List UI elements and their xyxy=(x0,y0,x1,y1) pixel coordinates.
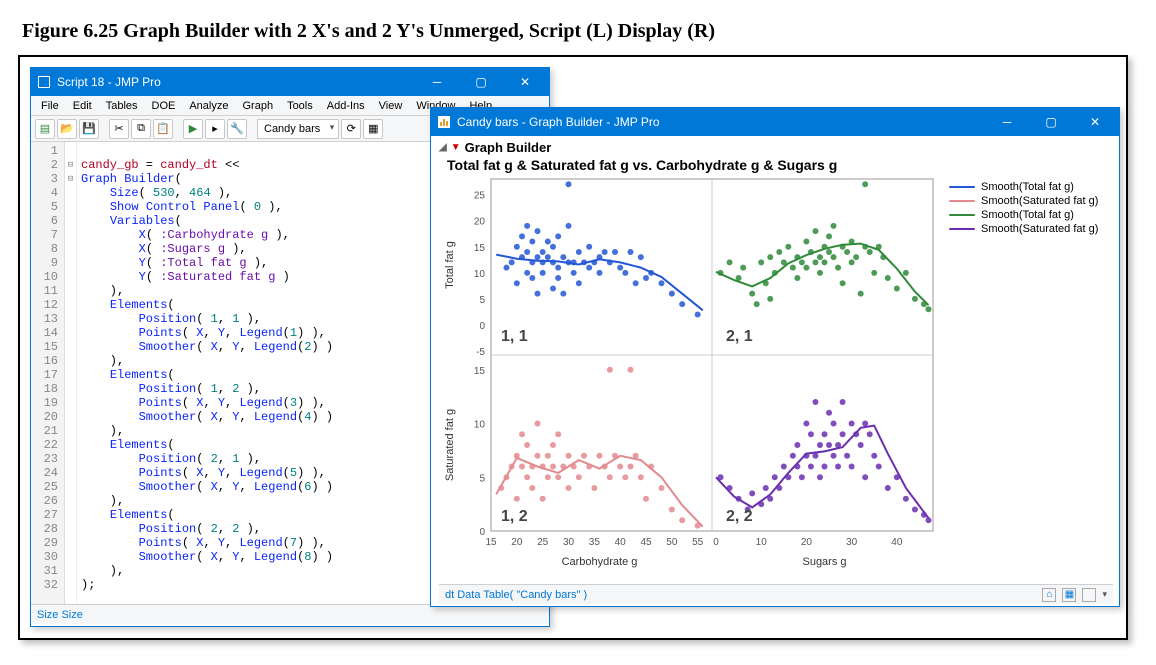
tool-open-icon[interactable]: 📂 xyxy=(57,119,77,139)
svg-text:10: 10 xyxy=(474,269,486,280)
legend-item[interactable]: Smooth(Saturated fat g) xyxy=(949,223,1098,235)
menu-file[interactable]: File xyxy=(35,98,65,114)
svg-text:20: 20 xyxy=(801,537,813,548)
script-titlebar[interactable]: Script 18 - JMP Pro ─ ▢ ✕ xyxy=(31,68,549,96)
minimize-button[interactable]: ─ xyxy=(985,108,1029,136)
tool-new-icon[interactable]: ▤ xyxy=(35,119,55,139)
svg-text:Total fat g: Total fat g xyxy=(444,241,456,289)
svg-text:10: 10 xyxy=(756,537,768,548)
status-dropdown-icon[interactable]: ▾ xyxy=(1102,589,1107,600)
graph-statusbar-text: dt Data Table( "Candy bars" ) xyxy=(445,589,587,601)
legend-item[interactable]: Smooth(Total fat g) xyxy=(949,181,1098,193)
maximize-button[interactable]: ▢ xyxy=(1029,108,1073,136)
svg-text:Saturated fat g: Saturated fat g xyxy=(444,409,456,481)
svg-text:15: 15 xyxy=(474,243,486,254)
svg-text:25: 25 xyxy=(474,191,486,202)
legend-swatch xyxy=(949,228,975,230)
graph-titlebar[interactable]: Candy bars - Graph Builder - JMP Pro ─ ▢… xyxy=(431,108,1119,136)
menu-doe[interactable]: DOE xyxy=(146,98,182,114)
svg-text:30: 30 xyxy=(563,537,575,548)
disclosure-icon[interactable]: ◢ xyxy=(439,142,447,153)
svg-text:35: 35 xyxy=(589,537,601,548)
graph-window: Candy bars - Graph Builder - JMP Pro ─ ▢… xyxy=(430,107,1120,607)
svg-text:20: 20 xyxy=(474,217,486,228)
chart-main-title: Total fat g & Saturated fat g vs. Carboh… xyxy=(447,157,1113,173)
line-number-gutter: 1 2 3 4 5 6 7 8 9 10 11 12 13 14 15 16 1… xyxy=(31,142,65,604)
maximize-button[interactable]: ▢ xyxy=(459,68,503,96)
svg-text:Sugars g: Sugars g xyxy=(802,556,846,568)
menu-analyze[interactable]: Analyze xyxy=(183,98,234,114)
svg-text:40: 40 xyxy=(615,537,627,548)
legend-label: Smooth(Total fat g) xyxy=(981,209,1074,221)
tool-log-icon[interactable]: ▦ xyxy=(363,119,383,139)
tool-copy-icon[interactable]: ⧉ xyxy=(131,119,151,139)
legend-label: Smooth(Saturated fat g) xyxy=(981,223,1098,235)
tool-cut-icon[interactable]: ✂ xyxy=(109,119,129,139)
svg-text:5: 5 xyxy=(479,295,485,306)
tool-run-icon[interactable]: ▶ xyxy=(183,119,203,139)
menu-graph[interactable]: Graph xyxy=(236,98,279,114)
svg-text:50: 50 xyxy=(666,537,678,548)
svg-text:Carbohydrate g: Carbohydrate g xyxy=(562,556,638,568)
legend-swatch xyxy=(949,214,975,216)
legend-item[interactable]: Smooth(Saturated fat g) xyxy=(949,195,1098,207)
script-statusbar: Size Size xyxy=(31,604,549,624)
script-window-title: Script 18 - JMP Pro xyxy=(57,75,415,89)
minimize-button[interactable]: ─ xyxy=(415,68,459,96)
statusbar-text: Size Size xyxy=(37,609,83,621)
status-checkbox[interactable] xyxy=(1082,588,1096,602)
menu-tools[interactable]: Tools xyxy=(281,98,319,114)
legend-label: Smooth(Saturated fat g) xyxy=(981,195,1098,207)
legend-label: Smooth(Total fat g) xyxy=(981,181,1074,193)
graph-window-title: Candy bars - Graph Builder - JMP Pro xyxy=(457,115,985,129)
graph-builder-header: Graph Builder xyxy=(465,140,552,155)
graph-app-icon xyxy=(437,115,451,129)
menu-tables[interactable]: Tables xyxy=(100,98,144,114)
svg-text:25: 25 xyxy=(537,537,549,548)
red-triangle-icon[interactable]: ▼ xyxy=(451,142,461,153)
svg-text:1, 2: 1, 2 xyxy=(501,508,528,525)
svg-text:45: 45 xyxy=(640,537,652,548)
figure-canvas: Script 18 - JMP Pro ─ ▢ ✕ File Edit Tabl… xyxy=(18,55,1128,640)
svg-text:20: 20 xyxy=(511,537,523,548)
svg-text:10: 10 xyxy=(474,420,486,431)
svg-text:1, 1: 1, 1 xyxy=(501,328,528,345)
layout-icon[interactable]: ▦ xyxy=(1062,588,1076,602)
svg-text:2, 1: 2, 1 xyxy=(726,328,753,345)
svg-text:15: 15 xyxy=(474,366,486,377)
close-button[interactable]: ✕ xyxy=(503,68,547,96)
svg-text:55: 55 xyxy=(692,537,704,548)
close-button[interactable]: ✕ xyxy=(1073,108,1117,136)
svg-text:0: 0 xyxy=(479,321,485,332)
chart-legend: Smooth(Total fat g) Smooth(Saturated fat … xyxy=(939,175,1102,584)
tool-run-line-icon[interactable]: ▸ xyxy=(205,119,225,139)
figure-caption: Figure 6.25 Graph Builder with 2 X's and… xyxy=(22,20,1138,43)
tool-debugger-icon[interactable]: 🔧 xyxy=(227,119,247,139)
svg-text:15: 15 xyxy=(485,537,497,548)
svg-text:0: 0 xyxy=(713,537,719,548)
legend-item[interactable]: Smooth(Total fat g) xyxy=(949,209,1098,221)
fold-gutter[interactable]: ⊟ ⊟ xyxy=(65,142,77,604)
svg-text:5: 5 xyxy=(479,473,485,484)
menu-edit[interactable]: Edit xyxy=(67,98,98,114)
legend-swatch xyxy=(949,186,975,188)
svg-text:2, 2: 2, 2 xyxy=(726,508,753,525)
chart-grid[interactable]: -5 0 5 10 15 20 25 0 5 10 15 Total fat g Saturated f… xyxy=(439,175,939,575)
tool-paste-icon[interactable]: 📋 xyxy=(153,119,173,139)
tool-refresh-icon[interactable]: ⟳ xyxy=(341,119,361,139)
svg-text:30: 30 xyxy=(846,537,858,548)
tool-save-icon[interactable]: 💾 xyxy=(79,119,99,139)
app-icon xyxy=(37,75,51,89)
datatable-dropdown[interactable]: Candy bars xyxy=(257,119,339,139)
home-icon[interactable]: ⌂ xyxy=(1042,588,1056,602)
svg-text:40: 40 xyxy=(891,537,903,548)
legend-swatch xyxy=(949,200,975,202)
menu-addins[interactable]: Add-Ins xyxy=(321,98,371,114)
svg-text:-5: -5 xyxy=(476,347,485,358)
menu-view[interactable]: View xyxy=(373,98,409,114)
